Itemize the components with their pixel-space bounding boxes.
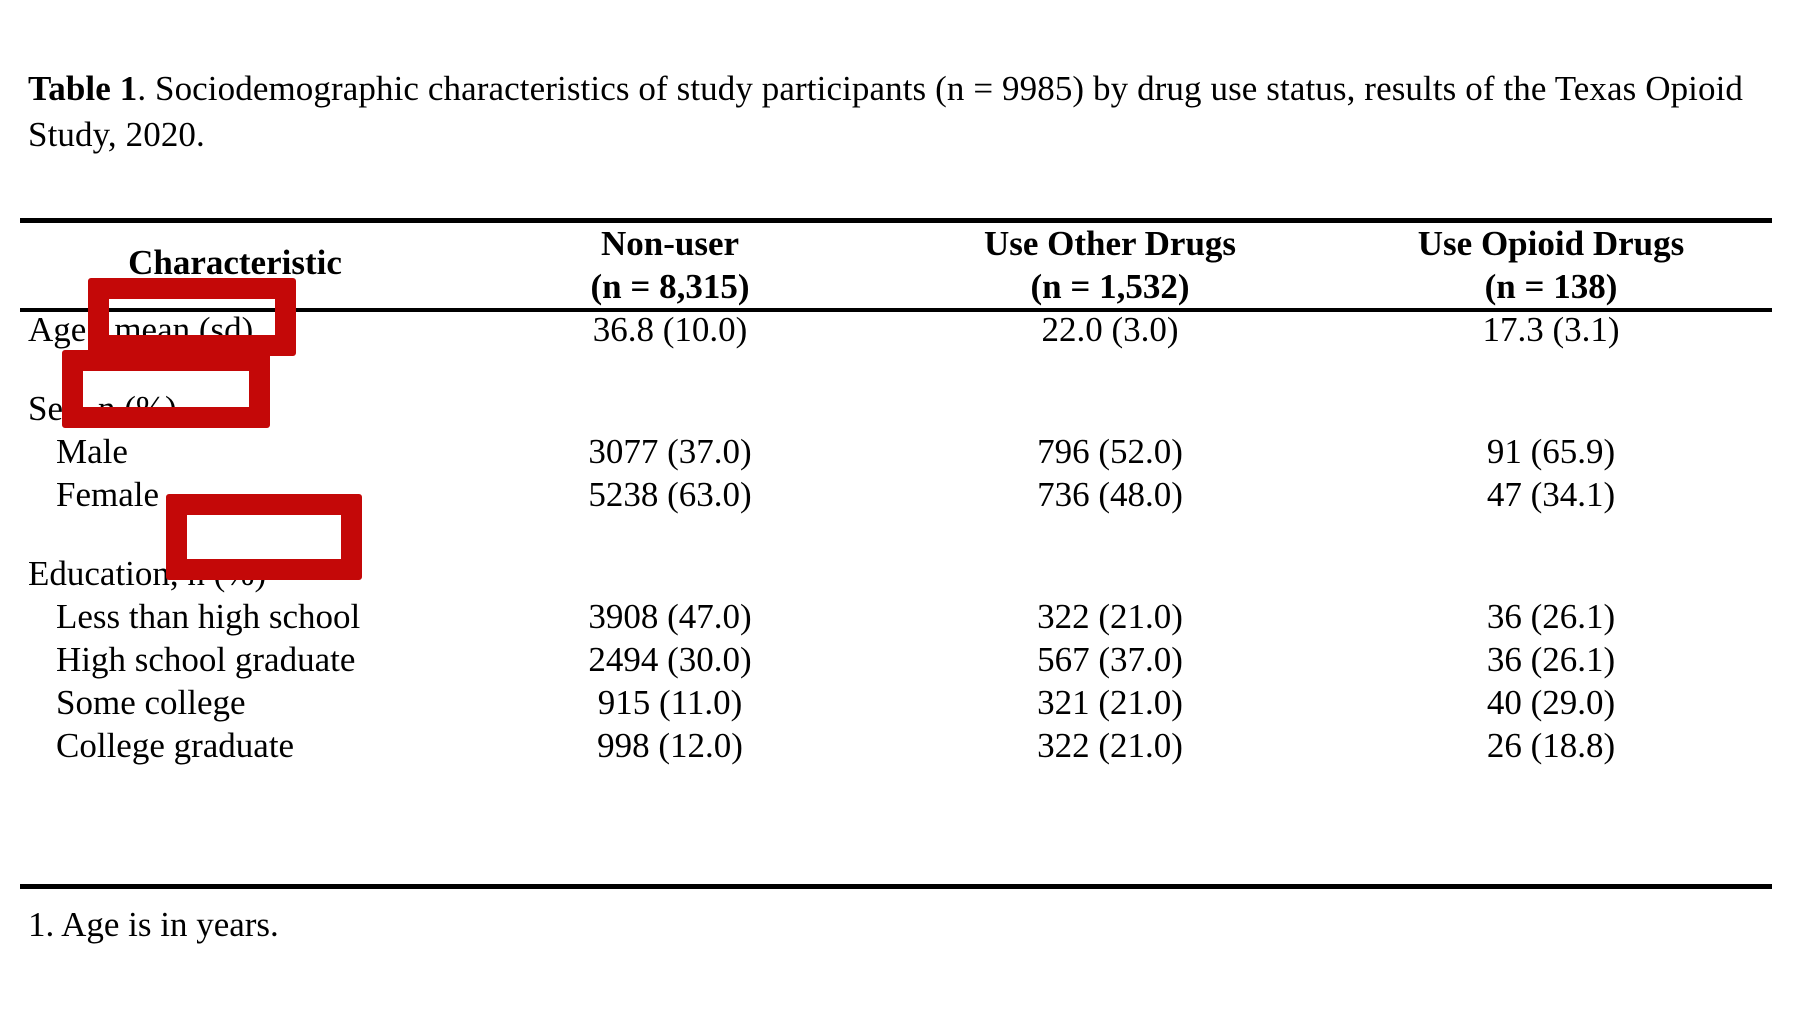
annotation-box-education xyxy=(166,494,362,580)
cell-hsgrad-opioid-drugs: 36 (26.1) xyxy=(1486,640,1616,680)
row-label-age-text: Age xyxy=(28,310,87,350)
column-header-characteristic-title: Characteristic xyxy=(128,243,342,283)
cell-female-other-drugs: 736 (48.0) xyxy=(1037,475,1183,515)
column-header-other-drugs-title: Use Other Drugs xyxy=(983,224,1237,263)
cell-male-opioid-drugs: 91 (65.9) xyxy=(1486,432,1616,472)
row-label-high-school-graduate: High school graduate xyxy=(56,640,356,680)
table-row: High school graduate 2494 (30.0) 567 (37… xyxy=(20,642,1772,685)
cell-hsgrad-nonuser: 2494 (30.0) xyxy=(588,640,752,680)
cell-age-other-drugs: 22.0 (3.0) xyxy=(1041,310,1179,350)
cell-age-nonuser: 36.8 (10.0) xyxy=(592,310,748,350)
table-footnote: 1. Age is in years. xyxy=(28,905,279,944)
column-header-other-drugs: Use Other Drugs (n = 1,532) xyxy=(890,218,1330,313)
cell-age-opioid-drugs: 17.3 (3.1) xyxy=(1482,310,1620,350)
cell-lths-opioid-drugs: 36 (26.1) xyxy=(1486,597,1616,637)
cell-hsgrad-other-drugs: 567 (37.0) xyxy=(1037,640,1183,680)
cell-somecollege-other-drugs: 321 (21.0) xyxy=(1037,683,1183,723)
cell-somecollege-nonuser: 915 (11.0) xyxy=(597,683,743,723)
cell-lths-nonuser: 3908 (47.0) xyxy=(588,597,752,637)
annotation-box-age xyxy=(88,278,296,356)
cell-collegegrad-nonuser: 998 (12.0) xyxy=(597,726,743,766)
cell-female-opioid-drugs: 47 (34.1) xyxy=(1486,475,1616,515)
table-row: Sex, n (%) xyxy=(20,391,1772,434)
cell-female-nonuser: 5238 (63.0) xyxy=(588,475,752,515)
cell-male-nonuser: 3077 (37.0) xyxy=(588,432,752,472)
cell-education-nonuser xyxy=(450,556,890,599)
row-label-some-college: Some college xyxy=(56,683,246,723)
column-header-nonuser-subtitle: (n = 8,315) xyxy=(590,266,750,306)
column-header-nonuser-title: Non-user xyxy=(600,224,740,263)
column-header-other-drugs-subtitle: (n = 1,532) xyxy=(1030,266,1190,306)
column-header-opioid-drugs-title: Use Opioid Drugs xyxy=(1417,224,1685,263)
row-label-college-graduate: College graduate xyxy=(56,726,295,766)
cell-lths-other-drugs: 322 (21.0) xyxy=(1037,597,1183,637)
row-label-less-than-high-school: Less than high school xyxy=(56,597,361,637)
annotation-box-sex xyxy=(62,350,270,428)
table-caption: Table 1. Sociodemographic characteristic… xyxy=(28,66,1773,157)
cell-sex-other-drugs xyxy=(890,391,1330,434)
cell-male-other-drugs: 796 (52.0) xyxy=(1037,432,1183,472)
column-header-opioid-drugs: Use Opioid Drugs (n = 138) xyxy=(1330,218,1772,313)
cell-education-opioid-drugs xyxy=(1330,556,1772,599)
column-header-opioid-drugs-subtitle: (n = 138) xyxy=(1484,266,1618,306)
table-bottom-rule xyxy=(20,884,1772,889)
cell-collegegrad-other-drugs: 322 (21.0) xyxy=(1037,726,1183,766)
table-row: College graduate 998 (12.0) 322 (21.0) 2… xyxy=(20,728,1772,782)
cell-somecollege-opioid-drugs: 40 (29.0) xyxy=(1486,683,1616,723)
table-caption-label: Table 1 xyxy=(28,69,138,108)
table-row: Less than high school 3908 (47.0) 322 (2… xyxy=(20,599,1772,642)
cell-collegegrad-opioid-drugs: 26 (18.8) xyxy=(1486,726,1616,766)
table-caption-text: . Sociodemographic characteristics of st… xyxy=(28,69,1744,154)
cell-sex-opioid-drugs xyxy=(1330,391,1772,434)
cell-education-other-drugs xyxy=(890,556,1330,599)
table-row: Male 3077 (37.0) 796 (52.0) 91 (65.9) xyxy=(20,434,1772,477)
cell-sex-nonuser xyxy=(450,391,890,434)
document-page: Table 1. Sociodemographic characteristic… xyxy=(0,0,1800,1013)
row-spacer xyxy=(20,355,1772,391)
column-header-nonuser: Non-user (n = 8,315) xyxy=(450,218,890,313)
table-row: Some college 915 (11.0) 321 (21.0) 40 (2… xyxy=(20,685,1772,728)
row-label-male: Male xyxy=(56,432,128,472)
